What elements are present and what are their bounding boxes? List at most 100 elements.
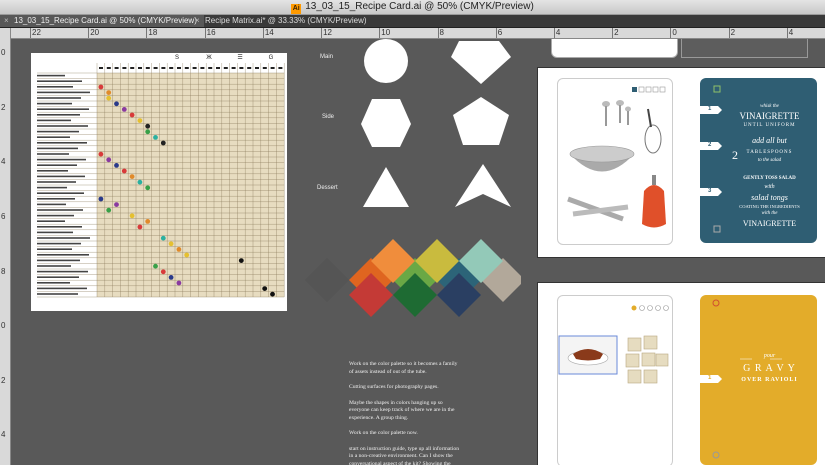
gravy-ravioli-illustration <box>558 305 669 384</box>
ruler-number: 0 <box>672 28 677 37</box>
row-label <box>37 175 85 178</box>
pentagon-shape[interactable] <box>453 97 509 145</box>
triangle-shape[interactable] <box>363 167 409 207</box>
ruler-number: 2 <box>730 28 736 37</box>
arrow-shape[interactable] <box>455 164 511 207</box>
row-label <box>37 108 89 110</box>
instructions-panel[interactable]: 1 pour G R A V Y OVER RAVIOLI <box>700 295 817 465</box>
row-label <box>37 86 73 88</box>
row-label <box>37 203 66 206</box>
tab-recipe-card[interactable]: × 13_03_15_Recipe Card.ai @ 50% (CMYK/Pr… <box>0 15 204 27</box>
salad-tongs-icon <box>567 196 629 222</box>
column-label <box>200 67 205 69</box>
artboard-canvas[interactable]: S Ж ☰ G Main Side Dessert Work on the color… <box>11 39 825 465</box>
ruler-tick <box>88 28 90 38</box>
row-label <box>37 91 90 94</box>
ingredients-card[interactable] <box>557 78 673 245</box>
row-label <box>37 153 69 155</box>
column-label <box>247 67 252 69</box>
row-label <box>37 170 68 172</box>
column-label <box>99 67 103 69</box>
matrix-dot <box>160 140 166 146</box>
column-label <box>177 67 181 69</box>
column-label <box>169 67 174 69</box>
inverted-pentagon-shape[interactable] <box>451 41 511 84</box>
horizontal-ruler[interactable]: 22 20 18 16 14 12 10 8 6 4 2 0 2 4 <box>10 28 825 39</box>
step-number: 2 <box>708 142 712 148</box>
ingredients-card[interactable] <box>557 295 673 465</box>
close-tab-icon[interactable]: × <box>4 15 9 27</box>
matrix-dot <box>98 196 104 202</box>
matrix-dot <box>114 202 119 208</box>
note-3: Maybe the shapes in colors hanging up so… <box>349 399 455 421</box>
row-label <box>37 242 81 245</box>
instruction-text: pour G R A V Y OVER RAVIOLI <box>741 353 798 383</box>
row-label <box>37 293 78 295</box>
row-label <box>37 237 90 239</box>
design-notes: Work on the color palette so it becomes … <box>349 361 461 465</box>
partial-card-top-right[interactable] <box>681 39 808 58</box>
measuring-spoons-icon <box>602 100 631 126</box>
matrix-dot <box>168 241 174 247</box>
matrix-dot <box>121 107 127 112</box>
ruler-number: 8 <box>1 266 6 276</box>
ruler-number: 18 <box>148 28 158 37</box>
column-header-symbol: Ж <box>206 55 212 61</box>
column-label <box>138 67 142 69</box>
recipe-card-gravy[interactable]: 1 pour G R A V Y OVER RAVIOLI <box>537 282 825 465</box>
column-label <box>208 67 213 69</box>
ruler-tick <box>495 28 497 38</box>
recipe-matrix-chart[interactable]: S Ж ☰ G <box>31 53 287 311</box>
instructions-panel[interactable]: 1 2 3 whisk the VINAIGRETTE UNTIL UNIFOR… <box>700 78 817 243</box>
row-label <box>37 231 73 234</box>
row-label <box>37 147 78 150</box>
matrix-dot <box>145 185 151 191</box>
vertical-ruler[interactable]: 0 2 4 6 8 0 2 4 <box>0 28 11 465</box>
step-number: 1 <box>708 375 712 381</box>
column-label <box>270 67 275 69</box>
ruler-tick <box>204 28 206 38</box>
matrix-dot <box>137 118 143 123</box>
column-label <box>161 67 166 69</box>
hexagon-shape[interactable] <box>361 99 411 147</box>
utensils-illustration <box>567 86 666 228</box>
tab-recipe-matrix[interactable]: × Recipe Matrix.ai* @ 33.33% (CMYK/Previ… <box>191 15 395 27</box>
matrix-dot <box>98 151 104 157</box>
row-label <box>37 186 67 189</box>
color-swatch[interactable] <box>305 258 349 302</box>
matrix-dot <box>106 95 112 101</box>
step-number: 3 <box>708 188 712 194</box>
matrix-dot <box>114 101 119 107</box>
ruler-number: 4 <box>1 157 6 167</box>
matrix-dot <box>106 207 112 213</box>
column-label <box>145 67 150 69</box>
matrix-dot <box>129 213 135 219</box>
row-label <box>37 80 82 82</box>
row-label <box>37 248 72 250</box>
ruler-number: 4 <box>788 28 794 37</box>
column-header-symbol: ☰ <box>237 54 242 61</box>
ruler-number: 12 <box>323 28 332 37</box>
row-label <box>37 74 65 77</box>
column-header-symbol: S <box>175 55 179 61</box>
row-label <box>37 142 87 144</box>
color-palette <box>305 239 521 317</box>
column-label <box>192 67 197 69</box>
recipe-card-vinaigrette[interactable]: 1 2 3 whisk the VINAIGRETTE UNTIL UNIFOR… <box>537 67 825 258</box>
note-1: Work on the color palette so it becomes … <box>349 361 458 375</box>
ruler-number: 22 <box>32 28 41 37</box>
row-label <box>37 125 88 127</box>
row-label <box>37 259 80 262</box>
label-main: Main <box>320 54 334 60</box>
ruler-tick <box>612 28 614 38</box>
window-title: Ai 13_03_15_Recipe Card.ai @ 50% (CMYK/Pr… <box>291 1 534 14</box>
circle-shape[interactable] <box>364 39 408 83</box>
matrix-dot <box>137 179 143 185</box>
row-label <box>37 287 87 290</box>
ruler-number: 8 <box>439 28 444 37</box>
column-label <box>278 67 283 69</box>
partial-card-top-left[interactable] <box>551 39 678 58</box>
row-label <box>37 97 81 99</box>
label-side: Side <box>322 114 335 120</box>
close-tab-icon[interactable]: × <box>195 15 200 27</box>
